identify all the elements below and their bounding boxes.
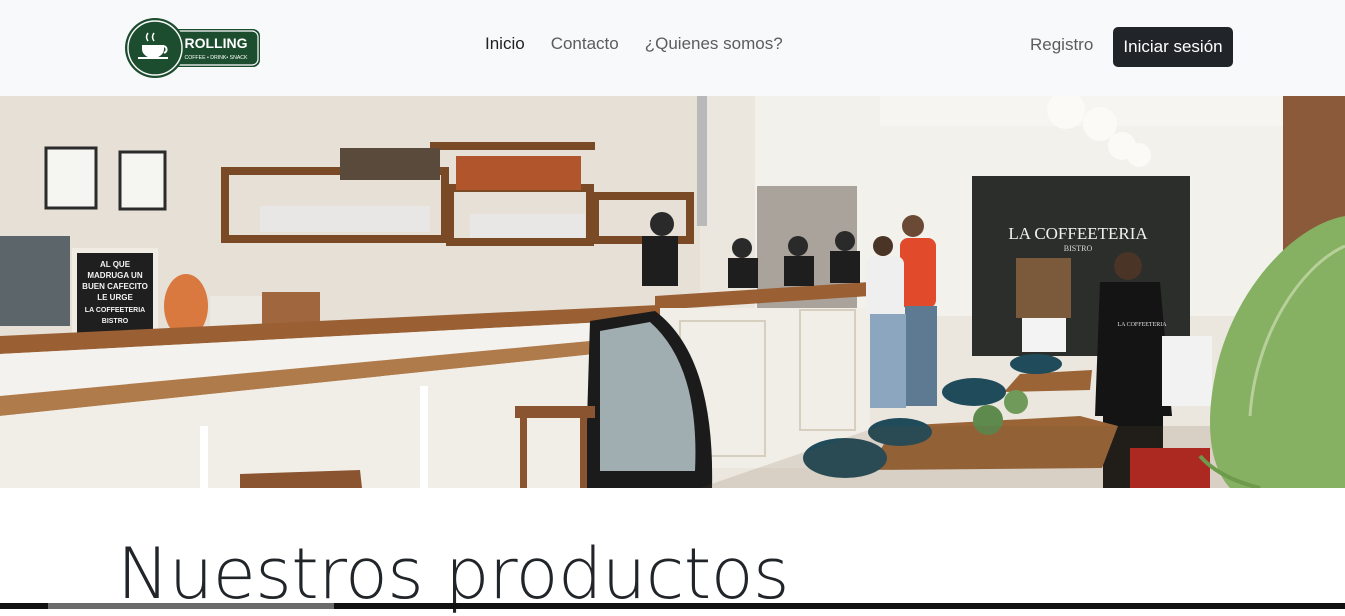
nav-link-inicio[interactable]: Inicio xyxy=(485,34,525,54)
brand-name: ROLLING xyxy=(185,35,248,51)
chalkboard-line-1: AL QUE xyxy=(100,260,131,269)
wall-sign-subtext: BISTRO xyxy=(1064,244,1093,253)
register-link[interactable]: Registro xyxy=(1030,35,1093,55)
chalkboard-line-2: MADRUGA UN xyxy=(87,271,142,280)
waitress-shirt-text: LA COFFEETERIA xyxy=(1117,322,1167,328)
nav-link-contacto[interactable]: Contacto xyxy=(551,34,619,54)
scrollbar-thumb[interactable] xyxy=(48,603,334,609)
login-button[interactable]: Iniciar sesión xyxy=(1113,27,1233,67)
chalkboard-line-4: LE URGE xyxy=(97,293,133,302)
main-nav: Inicio Contacto ¿Quienes somos? xyxy=(485,34,783,54)
hero-image: LA COFFEETERIA BISTRO AL QUE MADRUGA UN … xyxy=(0,96,1345,488)
nav-link-quienes-somos[interactable]: ¿Quienes somos? xyxy=(645,34,783,54)
brand-logo[interactable]: ROLLING COFFEE • DRINK• SNACK xyxy=(124,17,261,79)
brand-tagline: COFFEE • DRINK• SNACK xyxy=(184,55,248,61)
chalkboard-line-5: LA COFFEETERIA xyxy=(85,307,145,314)
chalkboard-line-6: BISTRO xyxy=(102,318,129,325)
navbar: ROLLING COFFEE • DRINK• SNACK Inicio Con… xyxy=(0,0,1345,96)
wall-sign-text: LA COFFEETERIA xyxy=(1008,224,1148,243)
chalkboard-line-3: BUEN CAFECITO xyxy=(82,282,148,291)
